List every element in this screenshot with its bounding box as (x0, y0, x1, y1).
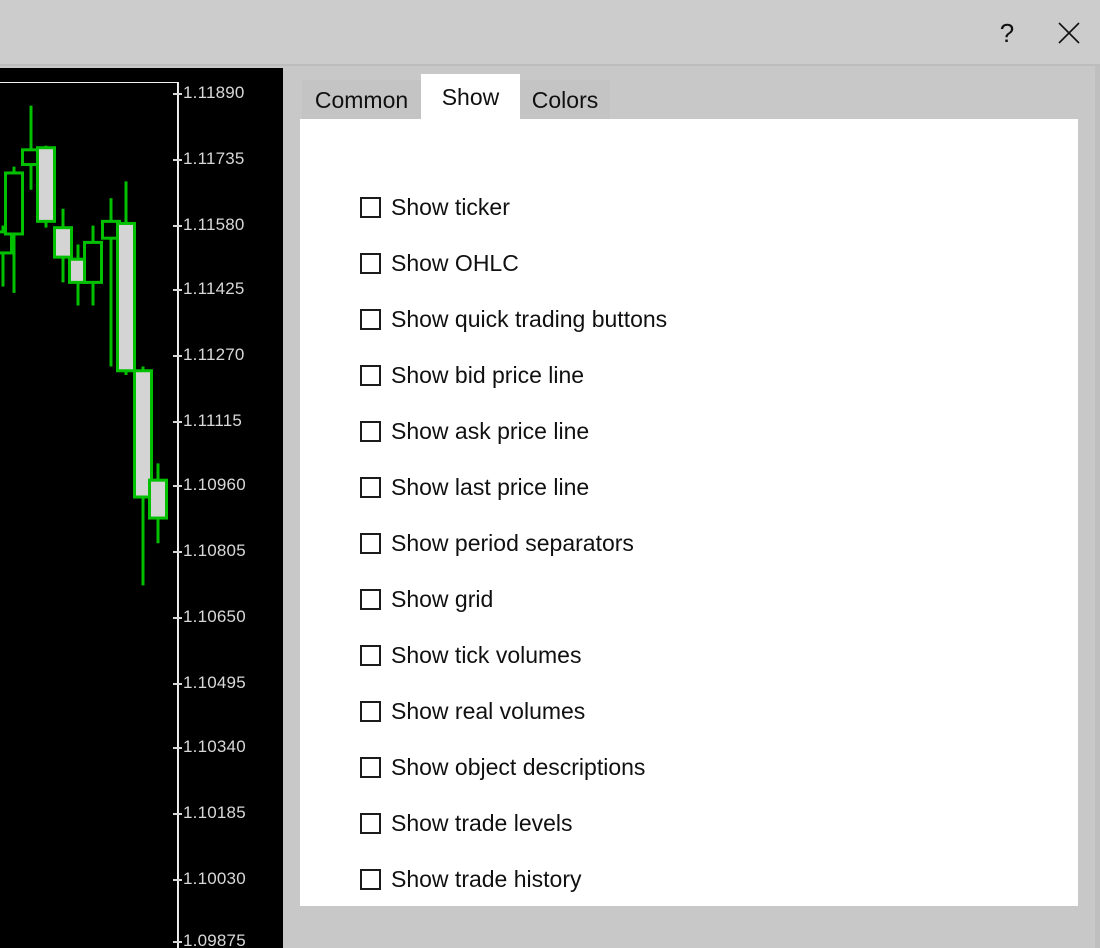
tab-label: Show (441, 83, 500, 110)
checkbox-show-real-volumes[interactable] (360, 700, 381, 722)
checkbox-show-tick-volumes[interactable] (360, 644, 381, 666)
checkbox-label: Show period separators (391, 529, 634, 556)
chart-properties-dialog: Common Show Colors Show ticker Show OHLC Sho… (283, 66, 1100, 948)
price-tick-mark (173, 551, 182, 553)
checkbox-label: Show trade levels (391, 809, 573, 836)
checkbox-show-ticker[interactable] (360, 196, 381, 218)
checkbox-show-ohlc[interactable] (360, 252, 381, 274)
price-tick-mark (173, 289, 182, 291)
price-axis-tick-label: 1.10805 (183, 541, 246, 560)
price-chart[interactable]: 1.11890 1.11735 1.11580 1.11425 1.11270 1.111… (0, 68, 283, 948)
checkbox-row[interactable]: Show real volumes (360, 683, 1060, 739)
candle-body (36, 146, 56, 223)
checkbox-show-trade-levels[interactable] (360, 812, 381, 834)
checkbox-row[interactable]: Show bid price line (360, 347, 1060, 403)
checkbox-row[interactable]: Show period separators (360, 515, 1060, 571)
checkbox-row[interactable]: Show object descriptions (360, 739, 1060, 795)
price-axis-tick-label: 1.10185 (183, 803, 246, 822)
candle-body (83, 240, 103, 284)
price-axis-tick-label: 1.11735 (183, 149, 245, 168)
price-axis-tick-label: 1.11425 (183, 279, 245, 298)
checkbox-label: Show OHLC (391, 249, 519, 276)
checkbox-label: Show grid (391, 585, 494, 612)
checkbox-label: Show trade history (391, 865, 582, 892)
tab-label: Common (314, 86, 409, 113)
show-options-list: Show ticker Show OHLC Show quick trading b… (360, 179, 1060, 907)
checkbox-label: Show last price line (391, 473, 590, 500)
candle-body (148, 478, 168, 520)
dialog-footer (300, 906, 1078, 948)
candle-body (133, 369, 153, 499)
show-tab-panel: Show ticker Show OHLC Show quick trading b… (300, 119, 1078, 906)
candle-body (53, 226, 73, 259)
checkbox-label: Show quick trading buttons (391, 305, 668, 332)
tab-common[interactable]: Common (302, 80, 421, 120)
app-root: ? 1.11890 1.11735 1.11580 1.11425 1.11270 1.1… (0, 0, 1100, 948)
price-axis-tick-label: 1.10650 (183, 607, 246, 626)
checkbox-row[interactable]: Show quick trading buttons (360, 291, 1060, 347)
question-mark-icon: ? (999, 17, 1015, 48)
price-axis-tick-label: 1.11890 (183, 83, 245, 102)
checkbox-label: Show tick volumes (391, 641, 582, 668)
tab-label: Colors (531, 86, 599, 113)
checkbox-label: Show ask price line (391, 417, 590, 444)
price-tick-mark (173, 683, 182, 685)
checkbox-show-period-separators[interactable] (360, 532, 381, 554)
checkbox-label: Show real volumes (391, 697, 586, 724)
tab-show[interactable]: Show (421, 74, 520, 120)
price-axis-tick-label: 1.11115 (183, 411, 243, 430)
checkbox-label: Show object descriptions (391, 753, 646, 780)
price-tick-mark (173, 485, 182, 487)
price-tick-mark (173, 813, 182, 815)
help-button[interactable]: ? (976, 1, 1038, 65)
price-tick-mark (173, 93, 182, 95)
checkbox-label: Show bid price line (391, 361, 585, 388)
checkbox-show-bid-price-line[interactable] (360, 364, 381, 386)
price-axis-tick-label: 1.10030 (183, 869, 246, 888)
tab-colors[interactable]: Colors (520, 80, 610, 120)
price-axis-tick-label: 1.10340 (183, 737, 246, 756)
price-tick-mark (173, 421, 182, 423)
price-axis-tick-label: 1.11270 (183, 345, 245, 364)
candle-body (116, 221, 136, 373)
price-axis-tick-label: 1.10960 (183, 475, 246, 494)
checkbox-show-grid[interactable] (360, 588, 381, 610)
checkbox-row[interactable]: Show grid (360, 571, 1060, 627)
price-tick-mark (173, 879, 182, 881)
checkbox-row[interactable]: Show ask price line (360, 403, 1060, 459)
candle-body (4, 171, 24, 236)
checkbox-row[interactable]: Show last price line (360, 459, 1060, 515)
checkbox-show-trade-history[interactable] (360, 868, 381, 890)
dialog-title-bar: ? (0, 0, 1100, 66)
price-axis-tick-label: 1.10495 (183, 673, 246, 692)
checkbox-show-object-descriptions[interactable] (360, 756, 381, 778)
price-tick-mark (173, 159, 182, 161)
checkbox-row[interactable]: Show trade levels (360, 795, 1060, 851)
price-tick-mark (173, 617, 182, 619)
price-tick-mark (173, 747, 182, 749)
price-axis-tick-label: 1.09875 (183, 931, 246, 948)
price-tick-mark (173, 941, 182, 943)
price-tick-mark (173, 355, 182, 357)
checkbox-row[interactable]: Show ticker (360, 179, 1060, 235)
checkbox-row[interactable]: Show tick volumes (360, 627, 1060, 683)
close-button[interactable] (1038, 1, 1100, 65)
title-bar-buttons: ? (976, 0, 1100, 66)
checkbox-row[interactable]: Show trade history (360, 851, 1060, 907)
price-tick-mark (173, 225, 182, 227)
dialog-right-edge (1095, 66, 1100, 948)
price-axis-tick-label: 1.11580 (183, 215, 245, 234)
checkbox-row[interactable]: Show OHLC (360, 235, 1060, 291)
checkbox-show-quick-trading-buttons[interactable] (360, 308, 381, 330)
checkbox-label: Show ticker (391, 193, 510, 220)
checkbox-show-last-price-line[interactable] (360, 476, 381, 498)
checkbox-show-ask-price-line[interactable] (360, 420, 381, 442)
close-x-icon (1058, 22, 1080, 44)
